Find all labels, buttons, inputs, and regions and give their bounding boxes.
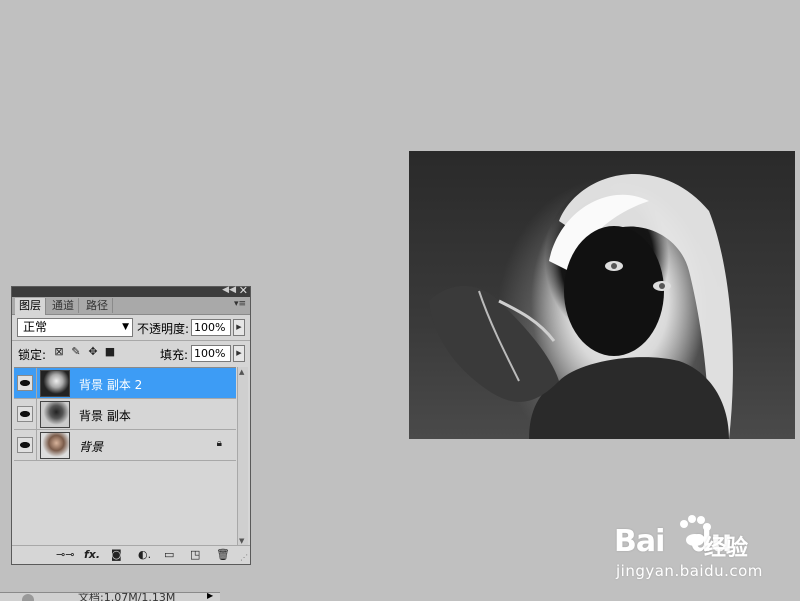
fill-label: 填充:	[160, 348, 189, 362]
new-layer-icon[interactable]: ◳	[190, 549, 200, 561]
layers-list: 背景 副本 2 背景 副本 背景 🔒︎	[14, 367, 236, 547]
layer-name: 背景 副本 2	[79, 378, 143, 392]
layers-panel: ◀◀ ✕ 图层 通道 路径 ▾≡ 正常 ▼ 不透明度: 100% ▶ 锁定: ⊠…	[11, 284, 251, 565]
tab-layers[interactable]: 图层	[15, 298, 46, 315]
lock-transparent-icon[interactable]: ⊠	[53, 346, 65, 358]
blend-row: 正常 ▼ 不透明度: 100% ▶	[12, 317, 250, 339]
trash-icon[interactable]: 🗑︎	[216, 549, 230, 561]
lock-row: 锁定: ⊠ ✎ ✥ ■ 填充: 100% ▶	[12, 343, 250, 365]
layers-scrollbar[interactable]: ▲ ▼	[237, 367, 248, 546]
panel-menu-icon[interactable]: ▾≡	[234, 299, 246, 309]
fill-slider-button[interactable]: ▶	[233, 345, 245, 362]
fill-input[interactable]: 100%	[191, 345, 231, 362]
layer-thumbnail	[40, 432, 70, 459]
divider	[36, 430, 37, 460]
lock-icon: 🔒︎	[216, 438, 222, 449]
eye-icon[interactable]	[17, 375, 33, 391]
layer-row[interactable]: 背景 副本	[14, 399, 236, 430]
status-menu-icon[interactable]: ▶	[207, 593, 213, 600]
tab-channels[interactable]: 通道	[48, 298, 79, 313]
divider	[12, 340, 250, 341]
chevron-down-icon: ▼	[122, 322, 129, 332]
adjustment-icon[interactable]: ◐.	[138, 549, 151, 561]
panel-tabs: 图层 通道 路径 ▾≡	[12, 297, 250, 315]
watermark-cn: 经验	[704, 536, 749, 561]
watermark-url: jingyan.baidu.com	[616, 562, 763, 580]
link-icon[interactable]: ⊸⊸	[56, 549, 74, 561]
layer-name: 背景	[79, 440, 104, 454]
layer-row[interactable]: 背景 🔒︎	[14, 430, 236, 461]
layer-name: 背景 副本	[79, 409, 131, 423]
panel-footer: ⊸⊸ fx. ◙ ◐. ▭ ◳ 🗑︎ ⋰	[12, 545, 250, 564]
panel-titlebar[interactable]: ◀◀ ✕	[12, 284, 250, 297]
close-icon[interactable]: ✕	[239, 284, 248, 297]
divider	[36, 368, 37, 398]
layer-thumbnail	[40, 370, 70, 397]
inverted-portrait-illustration	[429, 173, 733, 439]
collapse-icon[interactable]: ◀◀	[222, 285, 236, 295]
scroll-up-icon[interactable]: ▲	[239, 368, 244, 376]
blend-mode-select[interactable]: 正常 ▼	[17, 318, 133, 337]
blend-mode-value: 正常	[23, 320, 48, 334]
layer-thumbnail	[40, 401, 70, 428]
canvas-image[interactable]	[409, 151, 795, 439]
lock-move-icon[interactable]: ✥	[87, 346, 99, 358]
opacity-label: 不透明度:	[137, 322, 190, 336]
layer-row[interactable]: 背景 副本 2	[14, 368, 236, 399]
baidu-jingyan-watermark: Bai du 经验 jingyan.baidu.com	[614, 512, 764, 582]
fx-icon[interactable]: fx.	[84, 549, 100, 561]
eye-icon[interactable]	[17, 406, 33, 422]
opacity-input[interactable]: 100%	[191, 319, 231, 336]
resize-grip-icon[interactable]: ⋰	[240, 553, 248, 562]
group-folder-icon[interactable]: ▭	[164, 549, 174, 561]
mask-icon[interactable]: ◙	[111, 549, 122, 561]
scroll-down-icon[interactable]: ▼	[239, 537, 244, 545]
lock-brush-icon[interactable]: ✎	[70, 346, 82, 358]
lock-label: 锁定:	[18, 348, 47, 362]
eye-icon[interactable]	[17, 437, 33, 453]
divider	[36, 399, 37, 429]
lock-all-icon[interactable]: ■	[104, 346, 116, 358]
opacity-slider-button[interactable]: ▶	[233, 319, 245, 336]
tab-paths[interactable]: 路径	[82, 298, 113, 313]
